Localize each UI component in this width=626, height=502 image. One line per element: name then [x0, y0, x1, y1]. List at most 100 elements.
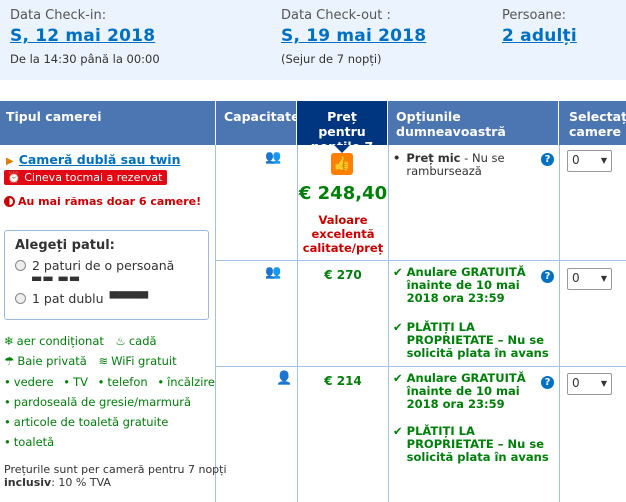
option-low-price: Preț mic: [406, 151, 461, 165]
checkin-block: Data Check-in: S, 12 mai 2018 De la 14:3…: [10, 8, 160, 66]
rooms-table-header: Tipul camerei Capacitate Preț pentru nop…: [0, 101, 626, 154]
checkin-label: Data Check-in:: [10, 8, 107, 23]
room-count-select[interactable]: 0 ▼: [567, 268, 612, 290]
checkmark-icon: ✔: [393, 265, 403, 279]
checkout-date-link[interactable]: S, 19 mai 2018: [281, 26, 426, 46]
room-count-select[interactable]: 0 ▼: [567, 373, 612, 395]
snowflake-icon: ❄: [4, 334, 14, 348]
option-row-3-pay: ✔ PLĂTIȚI LA PROPRIETATE – Nu se solicită…: [393, 425, 553, 464]
price-footnote: Prețurile sunt per cameră pentru 7 nopți…: [4, 463, 227, 489]
thumbs-up-icon: 👍: [331, 153, 353, 175]
capacity-two-persons-icon: 👥: [265, 265, 281, 280]
value-note: Valoare excelentă calitate/preț: [302, 213, 384, 255]
grid-line: [215, 366, 626, 367]
col-price: Preț pentru nopțile 7: [297, 101, 388, 154]
room-count-value: 0: [572, 153, 580, 167]
col-capacity: Capacitate: [216, 101, 300, 145]
bed-choice-box: Alegeți patul: 2 paturi de o persoană ▬▬…: [4, 230, 209, 320]
price-footnote-line2: inclusiv: 10 % TVA: [4, 476, 227, 489]
amenity-toiletries-text: articole de toaletă gratuite: [13, 415, 169, 429]
stay-length: (Sejur de 7 nopți): [281, 52, 382, 66]
reserved-badge-text: Cineva tocmai a rezervat: [24, 171, 163, 184]
alarm-clock-icon: ⏰: [7, 171, 21, 184]
chevron-down-icon: ▼: [600, 379, 607, 388]
amenity-floor-text: pardoseală de gresie/marmură: [13, 395, 192, 409]
free-cancel-text: Anulare GRATUITĂ înainte de 10 mai 2018 …: [406, 371, 526, 411]
checkmark-icon: ✔: [393, 424, 403, 438]
chevron-down-icon: ▼: [600, 274, 607, 283]
room-count-select[interactable]: 0 ▼: [567, 150, 612, 172]
amenity-row: • vedere • TV • telefon • încălzire: [4, 375, 215, 389]
amenity-toilet: • toaletă: [4, 435, 55, 449]
shower-icon: ☂: [4, 354, 15, 368]
amenity-toilet-text: toaletă: [13, 435, 55, 449]
amenity-private-bath-text: Baie privată: [17, 354, 87, 368]
amenity-aircon-text: aer condiționat: [16, 334, 104, 348]
rooms-left-warning: Au mai rămas doar 6 camere!: [4, 195, 201, 208]
option-row-3-cancel: ✔ Anulare GRATUITĂ înainte de 10 mai 2018…: [393, 372, 553, 411]
timer-icon: [4, 196, 15, 207]
bed-option-twin-radio[interactable]: [15, 260, 26, 271]
amenity-aircon: ❄ aer condiționat ♨ cadă: [4, 334, 157, 348]
amenity-bathroom: ☂ Baie privată ≋ WiFi gratuit: [4, 354, 177, 368]
chevron-down-icon: ▼: [600, 156, 607, 165]
single-beds-icon: ▬▬ ▬▬: [31, 271, 81, 285]
room-name-link[interactable]: ▶ Cameră dublă sau twin: [6, 152, 180, 167]
pay-at-property-text: PLĂTIȚI LA PROPRIETATE – Nu se solicită …: [406, 320, 549, 360]
dates-bar: Data Check-in: S, 12 mai 2018 De la 14:3…: [0, 0, 626, 80]
amenity-bath-text: cadă: [128, 334, 157, 348]
room-count-value: 0: [572, 271, 580, 285]
amenity-wifi-text: WiFi gratuit: [111, 354, 177, 368]
free-cancel-text: Anulare GRATUITĂ înainte de 10 mai 2018 …: [406, 265, 526, 305]
pay-at-property-text: PLĂTIȚI LA PROPRIETATE – Nu se solicită …: [406, 424, 549, 464]
checkout-block: Data Check-out : S, 19 mai 2018 (Sejur d…: [281, 8, 426, 66]
col-room-type: Tipul camerei: [0, 101, 216, 145]
grid-line: [215, 260, 626, 261]
persons-label: Persoane:: [502, 8, 567, 23]
grid-line: [215, 145, 216, 502]
option-row-1: • Preț mic - Nu se rambursează: [393, 151, 505, 178]
bathtub-icon: ♨: [115, 334, 126, 348]
amenity-phone: telefon: [107, 375, 148, 389]
amenity-toiletries: • articole de toaletă gratuite: [4, 415, 169, 429]
option-row-2-pay: ✔ PLĂTIȚI LA PROPRIETATE – Nu se solicită…: [393, 321, 553, 360]
price-footnote-rest: : 10 % TVA: [51, 476, 111, 489]
capacity-one-person-icon: 👤: [276, 371, 292, 386]
checkout-label: Data Check-out :: [281, 8, 391, 23]
option-row-2-cancel: ✔ Anulare GRATUITĂ înainte de 10 mai 2018…: [393, 266, 553, 305]
reserved-badge: ⏰ Cineva tocmai a rezervat: [4, 170, 168, 185]
price-footnote-line1: Prețurile sunt per cameră pentru 7 nopți: [4, 463, 227, 476]
grid-line: [559, 145, 560, 502]
checkmark-icon: ✔: [393, 371, 403, 385]
price-row-3: € 214: [324, 374, 362, 388]
grid-line: [388, 145, 389, 502]
checkin-date-link[interactable]: S, 12 mai 2018: [10, 26, 160, 46]
bed-option-double-radio[interactable]: [15, 293, 26, 304]
info-icon[interactable]: ?: [541, 270, 554, 283]
wifi-icon: ≋: [98, 354, 109, 368]
persons-block: Persoane: 2 adulți: [502, 8, 577, 46]
capacity-two-persons-icon: 👥: [265, 150, 281, 165]
checkin-time: De la 14:30 până la 00:00: [10, 52, 160, 66]
price-footnote-bold: inclusiv: [4, 476, 52, 489]
col-select: Selectați camere: [569, 109, 626, 139]
persons-link[interactable]: 2 adulți: [502, 26, 577, 46]
expand-arrow-icon: ▶: [6, 156, 14, 167]
bed-option-double[interactable]: 1 pat dublu ▀▀▀▀: [15, 291, 198, 306]
double-bed-icon: ▀▀▀▀: [109, 291, 149, 306]
amenity-tv: TV: [73, 375, 88, 389]
rooms-left-text: Au mai rămas doar 6 camere!: [18, 195, 202, 208]
room-count-value: 0: [572, 376, 580, 390]
price-row-1: € 248,40: [298, 183, 388, 204]
amenity-heating: încălzire: [167, 375, 215, 389]
info-icon[interactable]: ?: [541, 153, 554, 166]
bed-choice-title: Alegeți patul:: [15, 238, 115, 253]
bed-option-double-label: 1 pat dublu: [32, 291, 104, 306]
price-row-2: € 270: [324, 268, 362, 282]
amenity-floor: • pardoseală de gresie/marmură: [4, 395, 192, 409]
room-name-text[interactable]: Cameră dublă sau twin: [19, 152, 181, 167]
checkmark-icon: ✔: [393, 320, 403, 334]
info-icon[interactable]: ?: [541, 376, 554, 389]
amenity-view: vedere: [13, 375, 54, 389]
col-options: Opțiunile dumneavoastră: [388, 101, 559, 145]
